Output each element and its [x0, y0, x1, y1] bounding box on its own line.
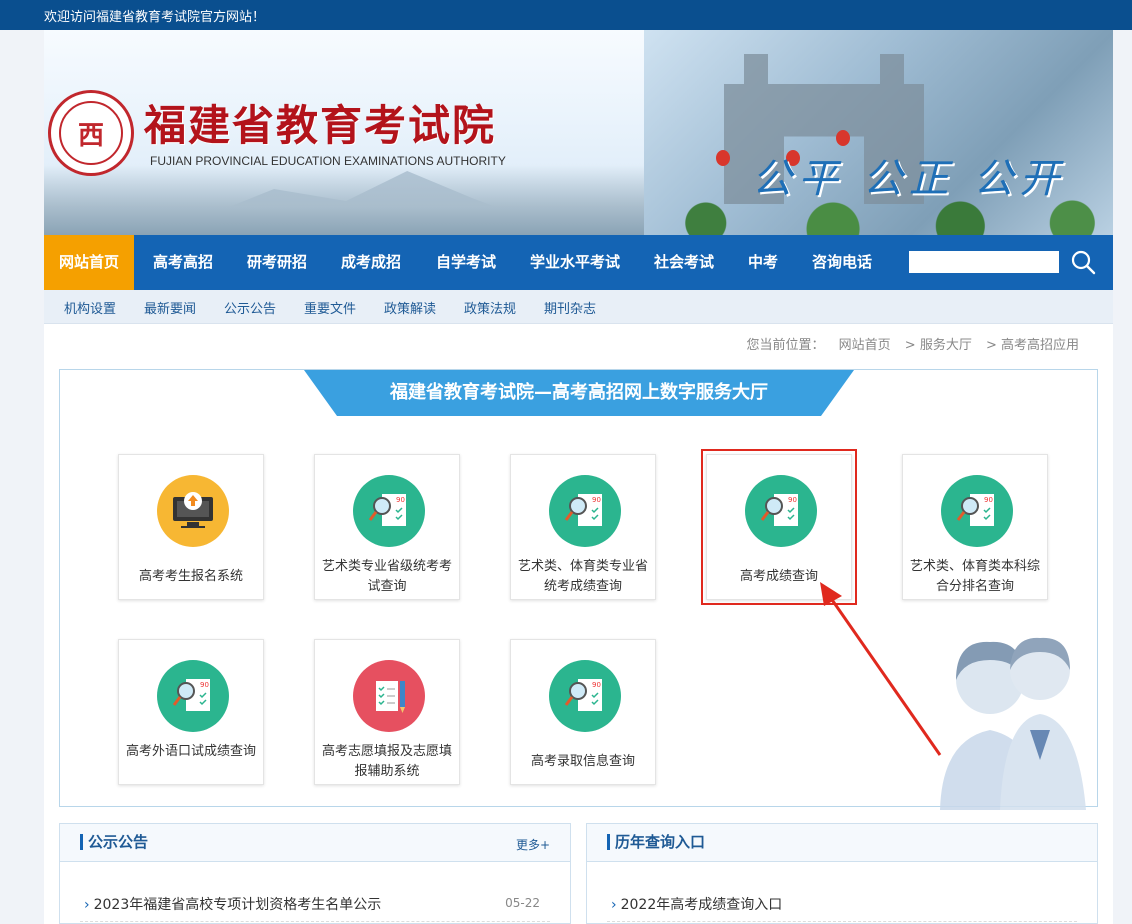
- nav-contact[interactable]: 咨询电话: [812, 235, 872, 290]
- breadcrumb: 您当前位置： 网站首页 > 服务大厅 > 高考高招应用: [736, 334, 1079, 353]
- score-search-icon: 90: [941, 475, 1013, 547]
- notice-panel-header: 公示公告 更多+: [60, 824, 570, 862]
- divider: [607, 921, 1077, 922]
- service-card-art-sport-score[interactable]: 90 艺术类、体育类专业省统考成绩查询: [510, 454, 656, 600]
- service-card-gaokao-score[interactable]: 90 高考成绩查询: [701, 449, 857, 605]
- service-card-oral-exam[interactable]: 90 高考外语口试成绩查询: [118, 639, 264, 785]
- subnav-item[interactable]: 政策解读: [384, 298, 436, 317]
- card-label: 艺术类专业省级统考考试查询: [321, 559, 452, 594]
- service-card-art-exam[interactable]: 90 艺术类专业省级统考考试查询: [314, 454, 460, 600]
- score-search-icon: 90: [745, 475, 817, 547]
- chevron-right-icon: ›: [611, 897, 617, 913]
- subnav-item[interactable]: 期刊杂志: [544, 298, 596, 317]
- score-search-icon: 90: [353, 475, 425, 547]
- slogan: 公平 公正 公开: [752, 156, 1066, 202]
- card-label: 高考外语口试成绩查询: [125, 744, 256, 759]
- svg-text:90: 90: [200, 681, 209, 689]
- card-label: 高考志愿填报及志愿填报辅助系统: [321, 744, 452, 779]
- notice-panel: 公示公告 更多+ › 2023年福建省高校专项计划资格考生名单公示 05-22: [59, 823, 571, 924]
- nav-gaokao[interactable]: 高考高招: [153, 235, 213, 290]
- subnav-item[interactable]: 重要文件: [304, 298, 356, 317]
- nav-yankao[interactable]: 研考研招: [247, 235, 307, 290]
- lantern-icon: [716, 150, 730, 166]
- score-search-icon: 90: [549, 475, 621, 547]
- header-banner: 西 福建省教育考试院 FUJIAN PROVINCIAL EDUCATION E…: [44, 30, 1113, 235]
- notice-item-date: 05-22: [505, 896, 540, 910]
- welcome-text: 欢迎访问福建省教育考试院官方网站！: [44, 10, 266, 25]
- nav-zhongkao[interactable]: 中考: [748, 235, 778, 290]
- breadcrumb-hall[interactable]: > 服务大厅: [905, 338, 972, 353]
- hall-title: 福建省教育考试院—高考高招网上数字服务大厅: [304, 370, 854, 416]
- main-nav: 网站首页 高考高招 研考研招 成考成招 自学考试 学业水平考试 社会考试 中考 …: [44, 235, 1113, 290]
- search-input[interactable]: [909, 251, 1059, 273]
- card-label: 高考考生报名系统: [138, 569, 243, 584]
- service-hall: 福建省教育考试院—高考高招网上数字服务大厅 高考考生报名系统 90 艺术类专业省…: [59, 369, 1098, 810]
- more-link[interactable]: 更多+: [516, 836, 550, 853]
- service-card-registration[interactable]: 高考考生报名系统: [118, 454, 264, 600]
- service-card-ranking[interactable]: 90 艺术类、体育类本科综合分排名查询: [902, 454, 1048, 600]
- notice-item[interactable]: › 2023年福建省高校专项计划资格考生名单公示: [84, 894, 381, 914]
- score-search-icon: 90: [549, 660, 621, 732]
- computer-upload-icon: [157, 475, 229, 547]
- sub-nav: 机构设置 最新要闻 公示公告 重要文件 政策解读 政策法规 期刊杂志: [44, 290, 1113, 324]
- subnav-item[interactable]: 政策法规: [464, 298, 516, 317]
- welcome-bar: 欢迎访问福建省教育考试院官方网站！: [0, 0, 1132, 30]
- history-item-text: 2022年高考成绩查询入口: [620, 897, 783, 913]
- service-card-volunteer[interactable]: 高考志愿填报及志愿填报辅助系统: [314, 639, 460, 785]
- breadcrumb-prefix: 您当前位置：: [746, 338, 825, 353]
- history-item[interactable]: › 2022年高考成绩查询入口: [611, 894, 782, 914]
- svg-text:90: 90: [396, 496, 405, 504]
- subnav-item[interactable]: 公示公告: [224, 298, 276, 317]
- subnav-item[interactable]: 机构设置: [64, 298, 116, 317]
- org-name-en: FUJIAN PROVINCIAL EDUCATION EXAMINATIONS…: [150, 154, 506, 168]
- svg-text:90: 90: [592, 496, 601, 504]
- history-panel: 历年查询入口 › 2022年高考成绩查询入口: [586, 823, 1098, 924]
- breadcrumb-home[interactable]: 网站首页: [839, 338, 891, 353]
- nav-zikao[interactable]: 自学考试: [436, 235, 496, 290]
- notice-item-text: 2023年福建省高校专项计划资格考生名单公示: [93, 897, 382, 913]
- breadcrumb-current[interactable]: > 高考高招应用: [986, 338, 1079, 353]
- svg-text:90: 90: [788, 496, 797, 504]
- history-panel-header: 历年查询入口: [587, 824, 1097, 862]
- notice-panel-title: 公示公告: [80, 834, 148, 850]
- svg-text:90: 90: [984, 496, 993, 504]
- nav-home[interactable]: 网站首页: [44, 235, 134, 290]
- nav-chengkao[interactable]: 成考成招: [341, 235, 401, 290]
- card-label: 艺术类、体育类专业省统考成绩查询: [517, 559, 648, 594]
- score-search-icon: 90: [157, 660, 229, 732]
- history-panel-title: 历年查询入口: [607, 834, 705, 850]
- annotation-arrow-icon: [820, 582, 942, 756]
- search-icon[interactable]: [1070, 249, 1096, 275]
- main-content: 您当前位置： 网站首页 > 服务大厅 > 高考高招应用 福建省教育考试院—高考高…: [44, 324, 1113, 924]
- org-logo[interactable]: 西: [48, 90, 134, 176]
- chevron-right-icon: ›: [84, 897, 90, 913]
- service-card-admission[interactable]: 90 高考录取信息查询: [510, 639, 656, 785]
- org-name-cn: 福建省教育考试院: [144, 101, 497, 150]
- subnav-item[interactable]: 最新要闻: [144, 298, 196, 317]
- lantern-icon: [836, 130, 850, 146]
- card-label: 高考录取信息查询: [530, 754, 635, 769]
- org-logo-glyph: 西: [59, 101, 123, 165]
- svg-text:90: 90: [592, 681, 601, 689]
- nav-shehui[interactable]: 社会考试: [654, 235, 714, 290]
- divider: [80, 921, 550, 922]
- checklist-pencil-icon: [353, 660, 425, 732]
- nav-xueye[interactable]: 学业水平考试: [530, 235, 620, 290]
